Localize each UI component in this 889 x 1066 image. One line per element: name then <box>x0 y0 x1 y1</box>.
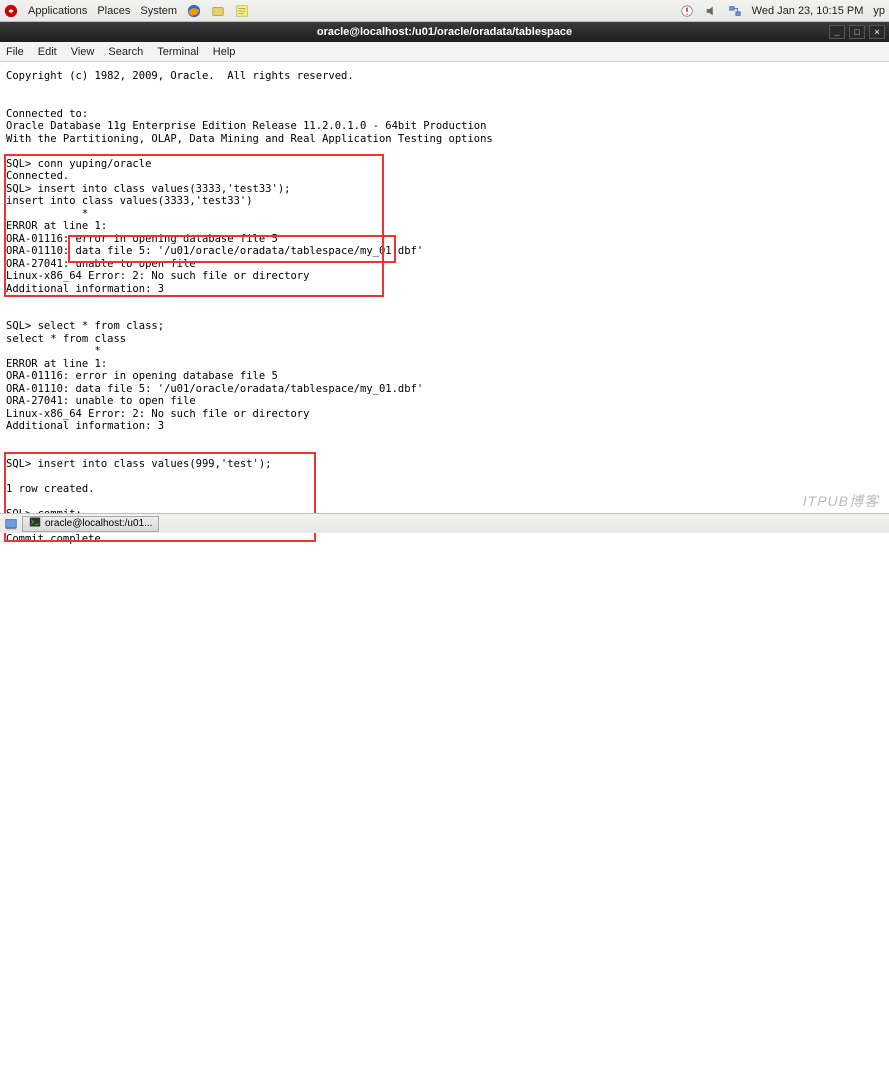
gnome-top-panel: Applications Places System Wed Jan 23, 1… <box>0 0 889 22</box>
menu-view[interactable]: View <box>71 46 95 58</box>
applications-menu[interactable]: Applications <box>28 5 87 17</box>
places-menu[interactable]: Places <box>97 5 130 17</box>
taskbar-item-label: oracle@localhost:/u01... <box>45 518 152 529</box>
user-menu[interactable]: yp <box>873 5 885 17</box>
close-button[interactable]: × <box>869 25 885 39</box>
network-icon[interactable] <box>728 4 742 18</box>
system-menu[interactable]: System <box>140 5 177 17</box>
menu-edit[interactable]: Edit <box>38 46 57 58</box>
notes-launcher-icon[interactable] <box>235 4 249 18</box>
taskbar-item-terminal[interactable]: oracle@localhost:/u01... <box>22 516 159 532</box>
menu-file[interactable]: File <box>6 46 24 58</box>
volume-icon[interactable] <box>704 4 718 18</box>
terminal-output[interactable]: Copyright (c) 1982, 2009, Oracle. All ri… <box>0 62 889 512</box>
terminal-text: Copyright (c) 1982, 2009, Oracle. All ri… <box>6 70 883 545</box>
show-desktop-icon[interactable] <box>4 517 18 531</box>
terminal-menubar: File Edit View Search Terminal Help <box>0 42 889 62</box>
panel-left: Applications Places System <box>4 4 249 18</box>
window-title: oracle@localhost:/u01/oracle/oradata/tab… <box>317 26 572 38</box>
watermark: ITPUB博客 <box>803 491 879 511</box>
panel-right: Wed Jan 23, 10:15 PM yp <box>680 4 885 18</box>
clock[interactable]: Wed Jan 23, 10:15 PM <box>752 5 864 17</box>
file-manager-launcher-icon[interactable] <box>211 4 225 18</box>
gnome-bottom-panel: oracle@localhost:/u01... <box>0 513 889 533</box>
terminal-icon <box>29 516 41 531</box>
maximize-button[interactable]: □ <box>849 25 865 39</box>
firefox-launcher-icon[interactable] <box>187 4 201 18</box>
minimize-button[interactable]: _ <box>829 25 845 39</box>
menu-search[interactable]: Search <box>108 46 143 58</box>
window-titlebar: oracle@localhost:/u01/oracle/oradata/tab… <box>0 22 889 42</box>
menu-terminal[interactable]: Terminal <box>157 46 199 58</box>
update-notifier-icon[interactable] <box>680 4 694 18</box>
menu-help[interactable]: Help <box>213 46 236 58</box>
distro-logo-icon[interactable] <box>4 4 18 18</box>
